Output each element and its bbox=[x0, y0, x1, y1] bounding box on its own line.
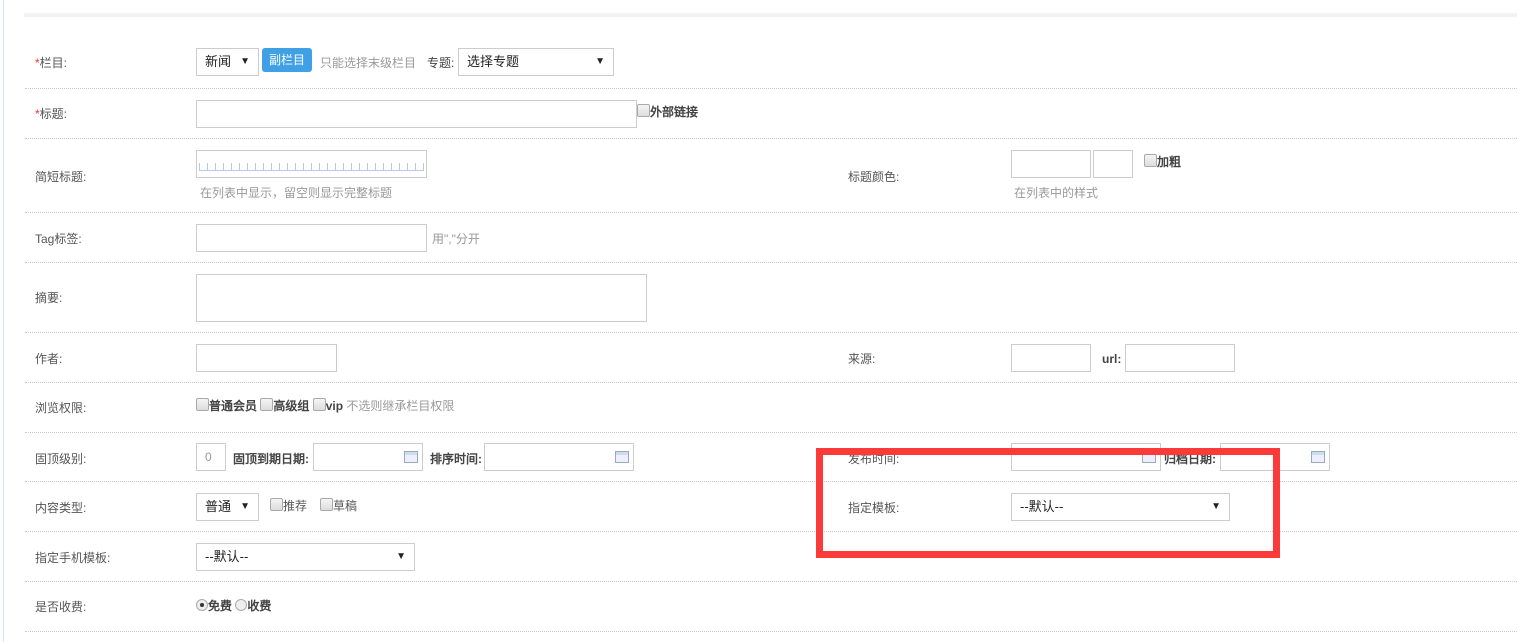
permission-checkbox-normal[interactable]: 普通会员 bbox=[196, 398, 257, 413]
charge-options: 免费 收费 bbox=[196, 598, 271, 614]
sort-time-input[interactable] bbox=[484, 443, 634, 471]
sort-time-label: 排序时间: bbox=[430, 452, 482, 466]
chevron-down-icon: ▼ bbox=[240, 501, 250, 512]
title-label: *标题: bbox=[35, 107, 68, 121]
tags-input[interactable] bbox=[196, 224, 427, 252]
title-input[interactable] bbox=[196, 100, 637, 128]
row-divider bbox=[25, 481, 1517, 482]
mobile-template-select[interactable]: --默认-- ▼ bbox=[196, 543, 415, 571]
pin-expire-label: 固顶到期日期: bbox=[233, 452, 309, 466]
permission-label: 浏览权限: bbox=[35, 401, 87, 415]
highlight-box bbox=[816, 448, 1280, 558]
row-divider bbox=[25, 432, 1517, 433]
column-label: *栏目: bbox=[35, 56, 68, 70]
permission-checkbox-vip[interactable]: vip bbox=[312, 398, 343, 413]
ruler-ticks bbox=[199, 163, 424, 171]
author-label: 作者: bbox=[35, 352, 63, 366]
mobile-template-label: 指定手机模板: bbox=[35, 551, 111, 565]
source-label: 来源: bbox=[848, 352, 876, 366]
draft-checkbox[interactable]: 草稿 bbox=[320, 498, 357, 514]
content-type-label: 内容类型: bbox=[35, 501, 87, 515]
pin-level-label: 固顶级别: bbox=[35, 452, 87, 466]
column-hint: 只能选择末级栏目 bbox=[320, 56, 417, 70]
url-input[interactable] bbox=[1125, 344, 1235, 372]
topic-select[interactable]: 选择专题 ▼ bbox=[458, 48, 614, 76]
chevron-down-icon: ▼ bbox=[396, 551, 406, 562]
row-divider bbox=[25, 581, 1517, 582]
top-divider-bar bbox=[24, 13, 1517, 17]
calendar-icon[interactable] bbox=[1311, 451, 1325, 463]
topic-label: 专题: bbox=[427, 56, 455, 70]
charge-radio-paid[interactable]: 收费 bbox=[235, 599, 271, 613]
row-divider bbox=[25, 531, 1517, 532]
external-link-checkbox[interactable]: 外部链接 bbox=[637, 104, 698, 120]
recommend-checkbox[interactable]: 推荐 bbox=[270, 498, 307, 514]
short-title-label: 简短标题: bbox=[35, 170, 87, 184]
summary-label: 摘要: bbox=[35, 291, 63, 305]
pin-level-input[interactable]: 0 bbox=[196, 443, 226, 471]
short-title-hint: 在列表中显示，留空则显示完整标题 bbox=[200, 186, 393, 200]
calendar-icon[interactable] bbox=[404, 451, 418, 463]
left-border bbox=[3, 0, 4, 642]
content-type-select[interactable]: 普通 ▼ bbox=[196, 493, 259, 521]
row-divider bbox=[25, 631, 1517, 632]
chevron-down-icon: ▼ bbox=[595, 56, 605, 67]
row-divider bbox=[25, 332, 1517, 333]
summary-textarea[interactable] bbox=[196, 274, 647, 322]
charge-radio-free[interactable]: 免费 bbox=[196, 599, 232, 613]
author-input[interactable] bbox=[196, 344, 337, 372]
permission-hint: 不选则继承栏目权限 bbox=[346, 399, 455, 413]
row-divider bbox=[25, 212, 1517, 213]
column-select[interactable]: 新闻 ▼ bbox=[196, 48, 259, 76]
bold-checkbox[interactable]: 加粗 bbox=[1144, 154, 1181, 170]
pin-expire-input[interactable] bbox=[313, 443, 423, 471]
title-color-input[interactable] bbox=[1011, 150, 1091, 178]
url-label: url: bbox=[1102, 352, 1122, 366]
short-title-input[interactable] bbox=[196, 150, 427, 178]
title-color-hint: 在列表中的样式 bbox=[1014, 186, 1099, 200]
row-divider bbox=[25, 262, 1517, 263]
row-divider bbox=[25, 88, 1517, 89]
permission-checkbox-senior[interactable]: 高级组 bbox=[260, 398, 309, 413]
row-divider bbox=[25, 138, 1517, 139]
title-color-label: 标题颜色: bbox=[848, 170, 900, 184]
source-input[interactable] bbox=[1011, 344, 1091, 372]
charge-label: 是否收费: bbox=[35, 600, 87, 614]
permission-options: 普通会员 高级组 vip 不选则继承栏目权限 bbox=[196, 398, 454, 414]
row-divider bbox=[25, 382, 1517, 383]
calendar-icon[interactable] bbox=[615, 451, 629, 463]
tags-hint: 用","分开 bbox=[432, 232, 480, 246]
tags-label: Tag标签: bbox=[35, 232, 82, 246]
chevron-down-icon: ▼ bbox=[240, 56, 250, 67]
sub-column-button[interactable]: 副栏目 bbox=[262, 48, 313, 72]
title-color-swatch[interactable] bbox=[1093, 150, 1133, 178]
